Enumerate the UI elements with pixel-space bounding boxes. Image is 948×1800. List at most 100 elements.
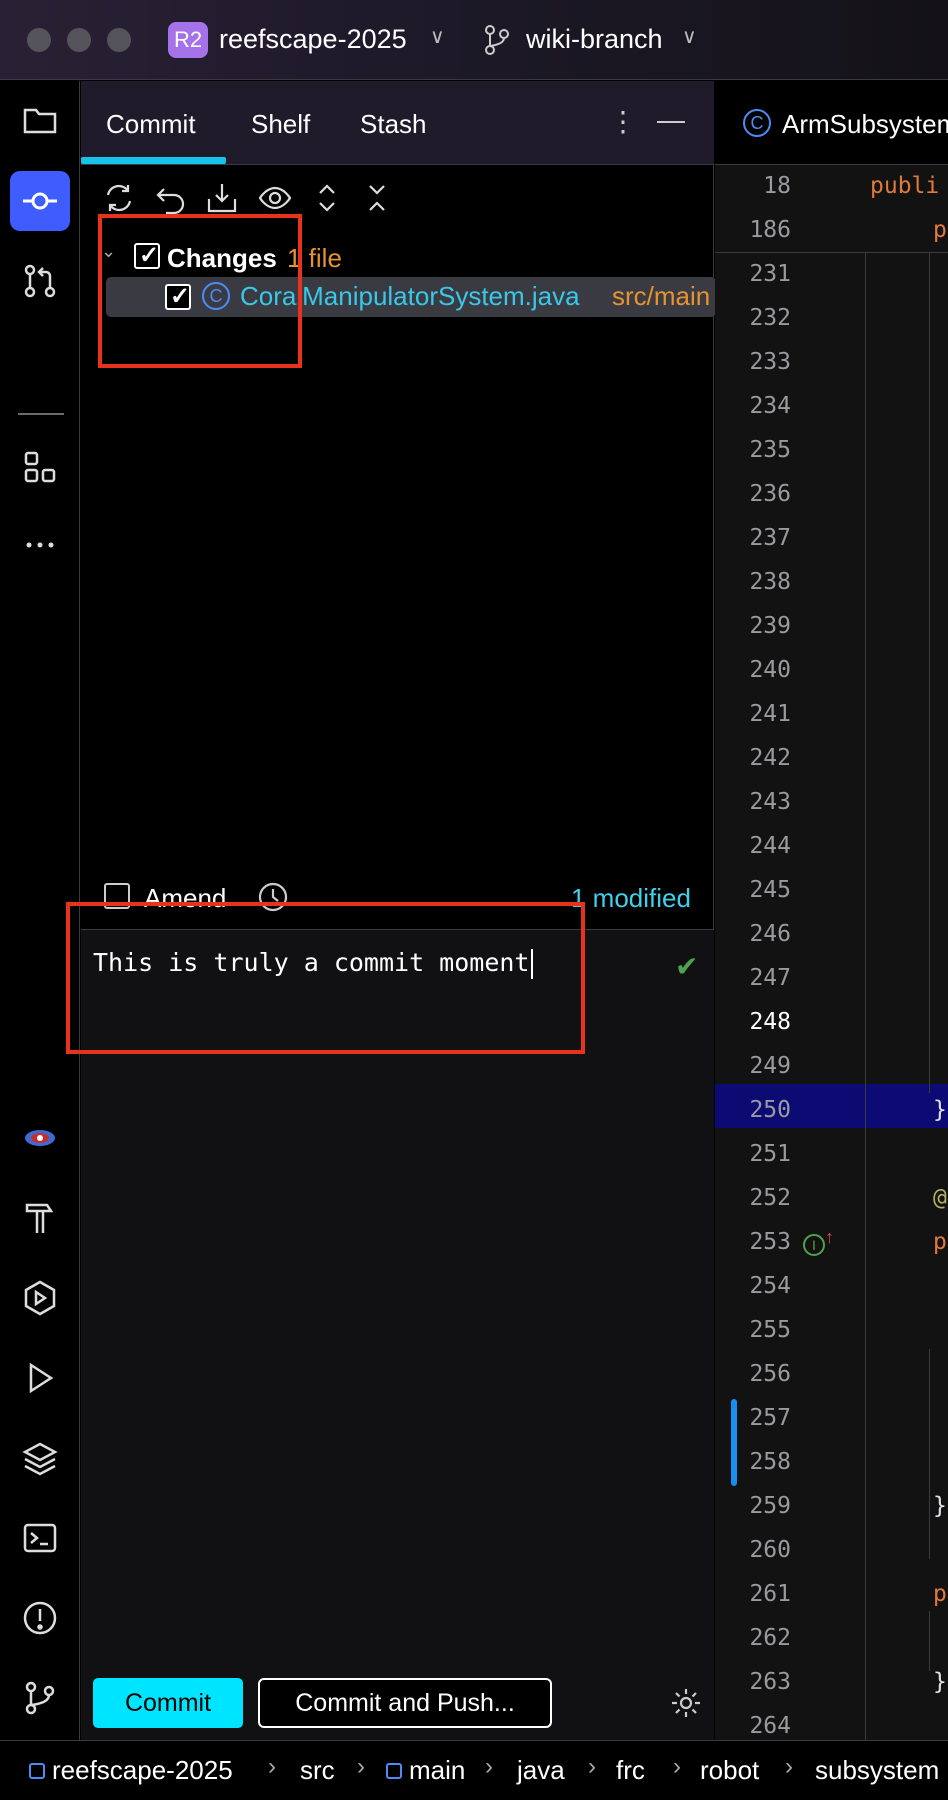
terminal-tool-button[interactable] — [10, 1508, 70, 1568]
line-number: 244 — [749, 833, 791, 859]
folder-icon — [23, 108, 57, 134]
kebab-menu-icon[interactable]: ⋮ — [609, 105, 637, 138]
line-number: 255 — [749, 1317, 791, 1343]
chevron-down-icon[interactable]: ⌄ — [101, 241, 116, 262]
breadcrumb-item[interactable]: main — [409, 1755, 465, 1786]
code-line: publi — [870, 173, 940, 199]
java-class-icon: C — [743, 109, 771, 137]
commit-button[interactable]: Commit — [93, 1678, 243, 1728]
line-number: 243 — [749, 789, 791, 815]
panel-tab-bar: Commit Shelf Stash ⋮ — [81, 81, 714, 165]
close-window-button[interactable] — [27, 28, 51, 52]
layers-tool-button[interactable] — [10, 1428, 70, 1488]
line-number: 263 — [749, 1669, 791, 1695]
more-tools-button[interactable] — [10, 515, 70, 575]
commit-and-push-button[interactable]: Commit and Push... — [258, 1678, 552, 1728]
problems-tool-button[interactable] — [10, 1588, 70, 1648]
layers-icon — [22, 1442, 58, 1476]
problems-icon — [23, 1601, 57, 1635]
code-editor[interactable]: C ArmSubsystem 18 publi 186 p I ↑ 231 232… — [715, 81, 948, 1740]
code-line: p — [933, 217, 947, 243]
plugin-icon — [25, 1130, 55, 1146]
commit-message-field[interactable]: This is truly a commit moment ✔ — [81, 929, 714, 1740]
breadcrumb-item[interactable]: reefscape-2025 — [52, 1755, 233, 1786]
run-icon — [29, 1362, 54, 1394]
amend-checkbox[interactable] — [104, 883, 130, 909]
breadcrumb: reefscape-2025 › src › main › java › frc… — [0, 1740, 948, 1800]
minimize-panel-icon[interactable] — [657, 121, 685, 123]
update-button[interactable] — [205, 181, 245, 221]
commit-icon — [23, 192, 57, 210]
rollback-button[interactable] — [154, 181, 194, 221]
module-icon — [29, 1763, 45, 1779]
expand-icon — [319, 184, 335, 212]
plugin-tool-button[interactable] — [10, 1107, 70, 1167]
code-line: } — [933, 1097, 947, 1123]
tab-shelf[interactable]: Shelf — [251, 109, 310, 140]
commit-tool-button[interactable] — [10, 171, 70, 231]
indent-guide — [929, 1611, 930, 1671]
file-checkbox[interactable]: ✓ — [165, 283, 191, 310]
line-number: 237 — [749, 525, 791, 551]
download-icon — [207, 184, 237, 213]
eye-icon — [258, 186, 292, 210]
terminal-icon — [23, 1523, 57, 1553]
services-tool-button[interactable] — [10, 1268, 70, 1328]
chevron-down-icon[interactable]: ∨ — [430, 24, 445, 49]
maximize-window-button[interactable] — [107, 28, 131, 52]
project-name[interactable]: reefscape-2025 — [219, 24, 407, 55]
expand-all-button[interactable] — [310, 181, 350, 221]
module-icon — [386, 1763, 402, 1779]
sticky-lines: 18 publi 186 p — [715, 165, 948, 253]
changes-checkbox[interactable]: ✓ — [134, 242, 160, 269]
run-tool-button[interactable] — [10, 1348, 70, 1408]
line-number: 253 — [749, 1229, 791, 1255]
java-class-icon: C — [202, 282, 230, 310]
code-line: @ — [933, 1185, 947, 1211]
pull-requests-tool-button[interactable] — [10, 251, 70, 311]
tool-strip — [0, 81, 80, 1740]
structure-tool-button[interactable] — [10, 437, 70, 497]
build-tool-button[interactable] — [10, 1188, 70, 1248]
line-number: 249 — [749, 1053, 791, 1079]
changes-label: Changes — [167, 243, 277, 273]
changed-file-name[interactable]: CoralManipulatorSystem.java — [240, 281, 580, 312]
breadcrumb-item[interactable]: robot — [700, 1755, 759, 1786]
implements-icon[interactable]: I — [803, 1234, 825, 1256]
minimize-window-button[interactable] — [67, 28, 91, 52]
collapse-all-button[interactable] — [360, 181, 400, 221]
chevron-right-icon: › — [785, 1753, 793, 1780]
code-line: } — [933, 1493, 947, 1519]
branch-name[interactable]: wiki-branch — [526, 24, 663, 55]
check-icon: ✓ — [170, 283, 191, 310]
line-number: 260 — [749, 1537, 791, 1563]
line-number: 231 — [749, 261, 791, 287]
git-tool-button[interactable] — [10, 1668, 70, 1728]
tab-commit[interactable]: Commit — [106, 109, 196, 140]
editor-tab-bar: C ArmSubsystem — [715, 81, 948, 165]
show-diff-button[interactable] — [258, 181, 298, 221]
git-icon — [25, 1681, 55, 1715]
breadcrumb-item[interactable]: subsystem — [815, 1755, 939, 1786]
line-number: 257 — [749, 1405, 791, 1431]
refresh-button[interactable] — [102, 181, 142, 221]
indent-guide — [929, 1349, 930, 1559]
breadcrumb-item[interactable]: java — [517, 1755, 565, 1786]
gear-icon[interactable] — [670, 1687, 702, 1719]
editor-tab[interactable]: ArmSubsystem — [782, 109, 948, 140]
chevron-down-icon[interactable]: ∨ — [682, 24, 697, 49]
tab-stash[interactable]: Stash — [360, 109, 427, 140]
breadcrumb-item[interactable]: src — [300, 1755, 335, 1786]
modified-count-link[interactable]: 1 modified — [571, 883, 691, 914]
line-number: 241 — [749, 701, 791, 727]
line-number: 235 — [749, 437, 791, 463]
line-number: 238 — [749, 569, 791, 595]
history-icon[interactable] — [257, 881, 289, 913]
line-number: 252 — [749, 1185, 791, 1211]
amend-label[interactable]: Amend — [144, 883, 226, 914]
breadcrumb-item[interactable]: frc — [616, 1755, 645, 1786]
project-tool-button[interactable] — [10, 91, 70, 151]
changed-file-path: src/main — [612, 281, 711, 311]
line-number: 233 — [749, 349, 791, 375]
project-badge[interactable]: R2 — [168, 22, 208, 58]
